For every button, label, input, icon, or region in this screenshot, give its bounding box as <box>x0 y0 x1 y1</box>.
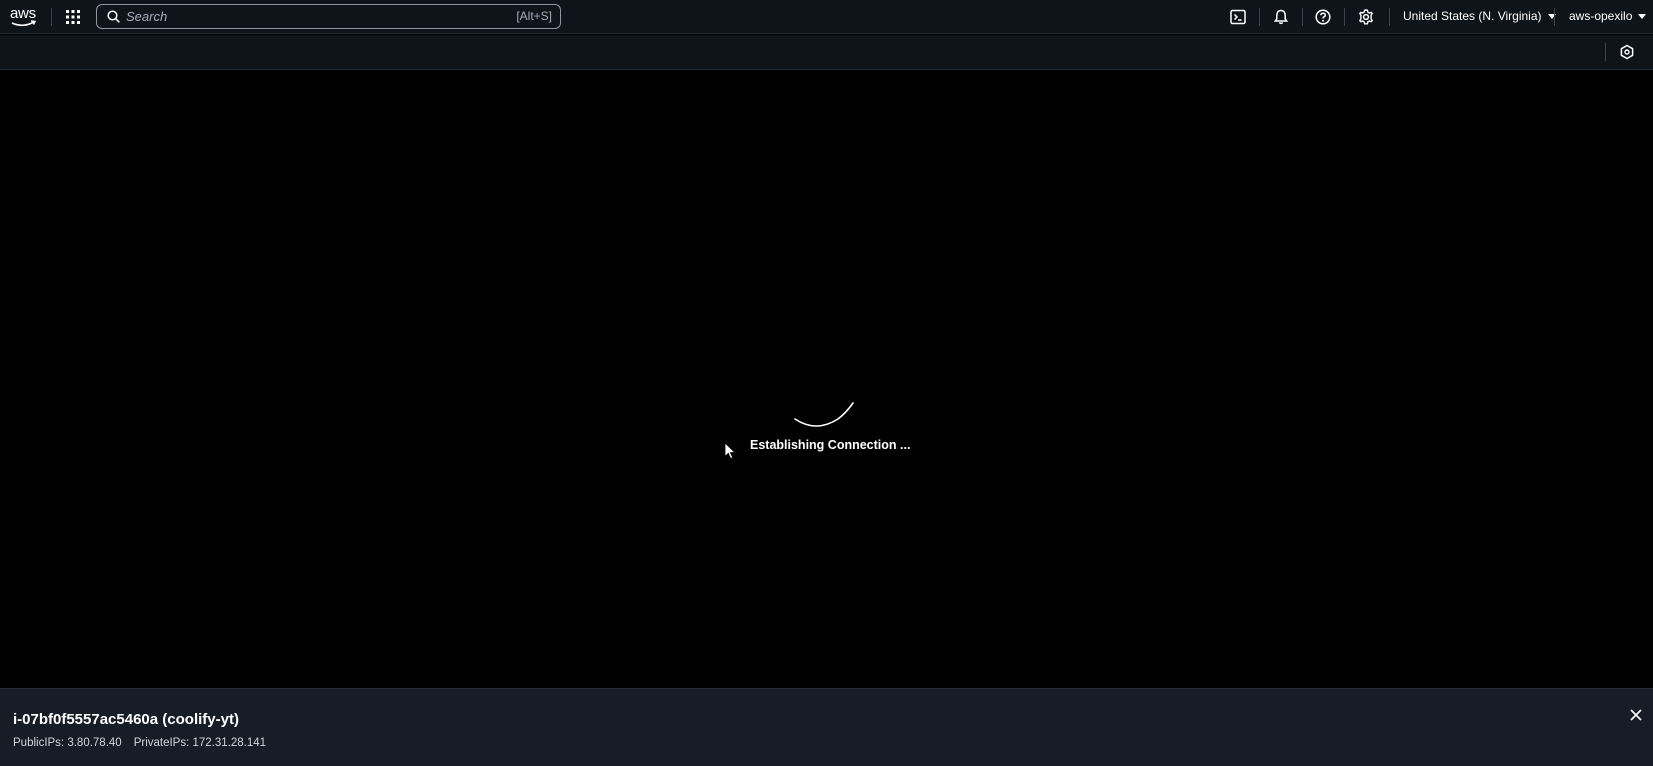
close-icon[interactable] <box>1628 707 1644 723</box>
aws-logo[interactable]: aws <box>10 5 38 29</box>
search-input[interactable] <box>126 9 486 24</box>
session-manager-icon[interactable] <box>1618 43 1636 61</box>
search-box[interactable]: [Alt+S] <box>96 4 561 29</box>
divider <box>51 8 52 26</box>
region-label: United States (N. Virginia) <box>1403 9 1542 23</box>
chevron-down-icon <box>1638 13 1647 19</box>
search-icon <box>107 10 120 23</box>
notifications-icon[interactable] <box>1272 8 1290 26</box>
connection-status-text: Establishing Connection ... <box>750 438 911 452</box>
divider <box>1554 8 1555 26</box>
loading-spinner-icon <box>794 402 854 427</box>
instance-title: i-07bf0f5557ac5460a (coolify-yt) <box>13 711 239 728</box>
public-ips: PublicIPs: 3.80.78.40 <box>13 737 122 749</box>
divider <box>1302 8 1303 26</box>
divider <box>1259 8 1260 26</box>
divider <box>1344 8 1345 26</box>
account-menu[interactable]: aws-opexilo <box>1569 9 1647 23</box>
terminal-area[interactable] <box>0 71 1653 688</box>
private-ips: PrivateIPs: 172.31.28.141 <box>133 737 267 749</box>
mouse-pointer-icon <box>724 442 736 460</box>
help-icon[interactable] <box>1314 8 1332 26</box>
settings-icon[interactable] <box>1357 8 1375 26</box>
instance-info-panel: i-07bf0f5557ac5460a (coolify-yt) PublicI… <box>0 688 1653 766</box>
region-selector[interactable]: United States (N. Virginia) <box>1403 9 1556 23</box>
instance-ips: PublicIPs: 3.80.78.40 PrivateIPs: 172.31.… <box>13 737 266 749</box>
aws-smile-icon <box>11 20 37 27</box>
divider <box>1389 8 1390 26</box>
secondary-toolbar <box>0 35 1653 70</box>
top-navigation: aws [Alt+S] <box>0 0 1653 34</box>
divider <box>1605 43 1606 61</box>
account-label: aws-opexilo <box>1569 9 1633 23</box>
cloudshell-icon[interactable] <box>1229 8 1247 26</box>
search-shortcut: [Alt+S] <box>516 9 552 23</box>
services-grid-icon[interactable] <box>66 10 80 24</box>
